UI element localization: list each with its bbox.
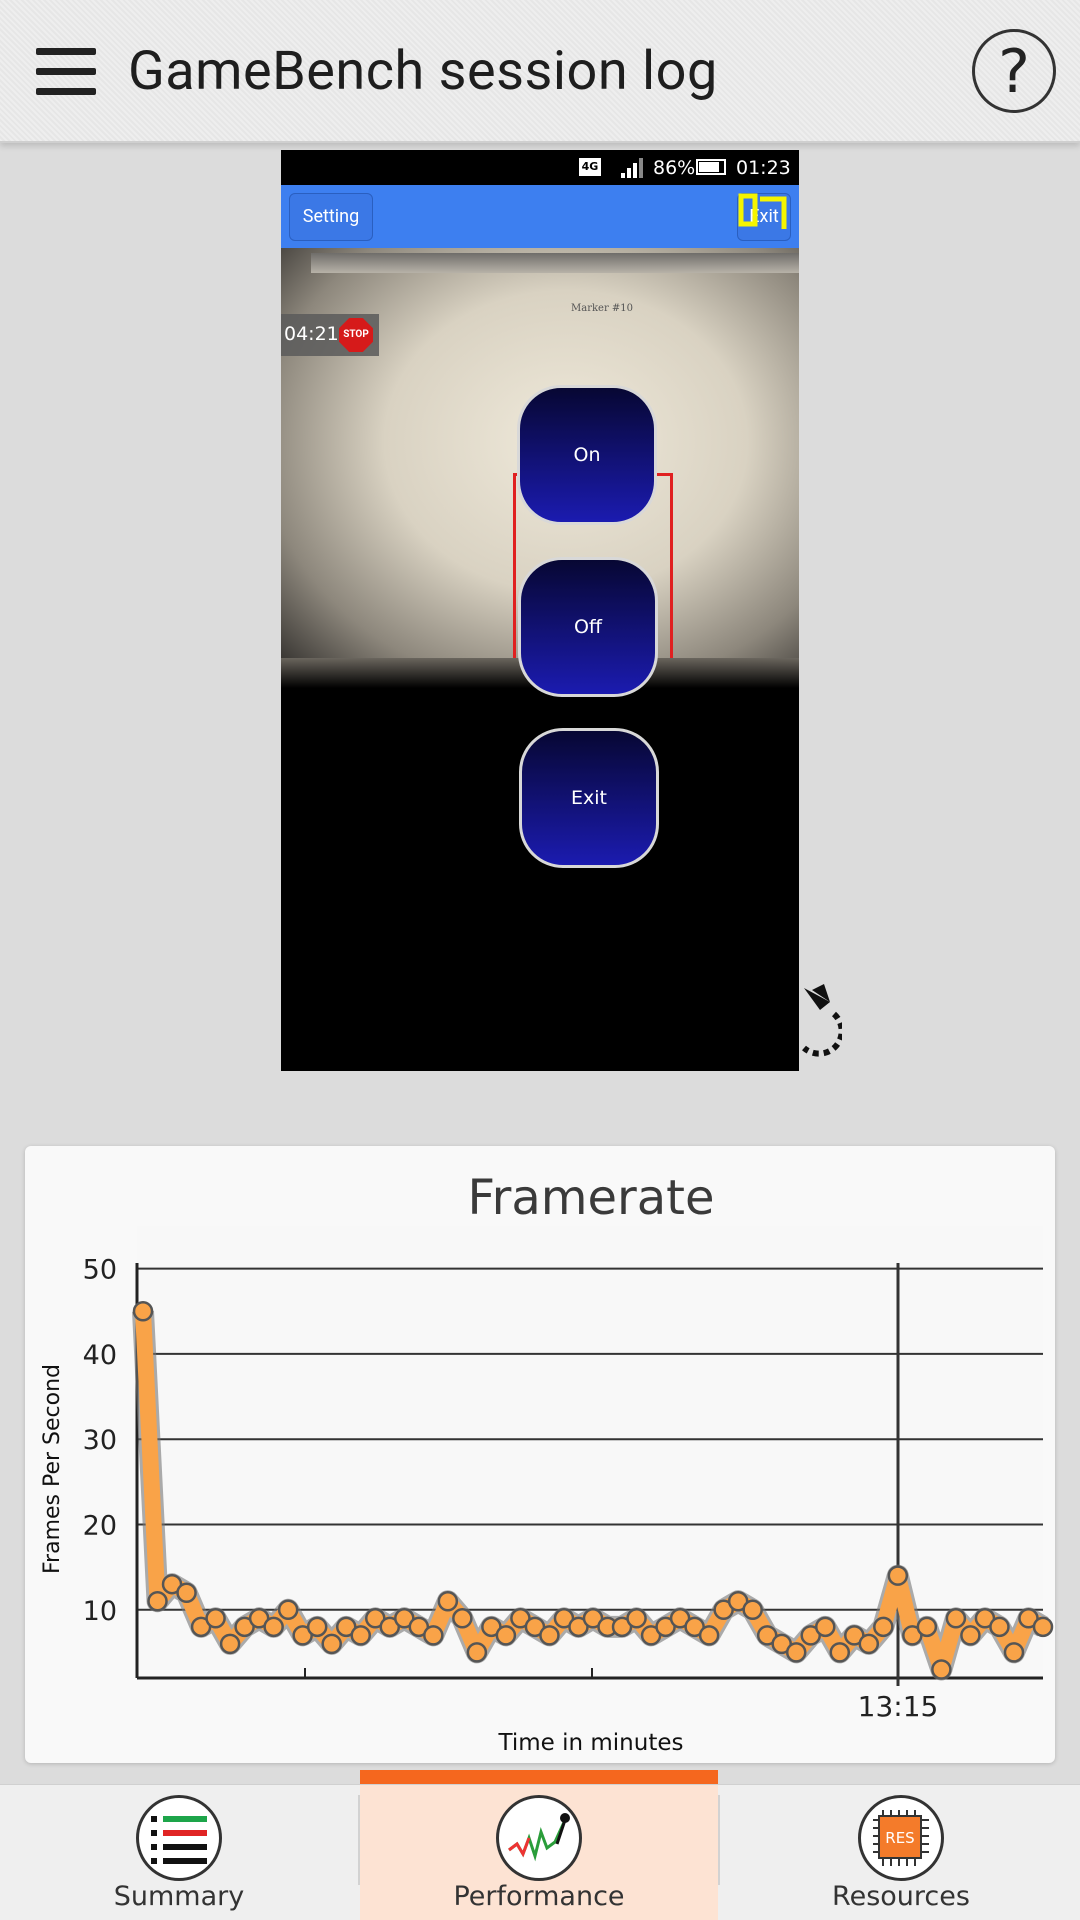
data-point <box>219 1633 241 1655</box>
tab-summary-label: Summary <box>113 1881 245 1912</box>
data-point <box>785 1642 807 1663</box>
marker-page-title: Marker #10 <box>571 303 634 314</box>
data-point <box>423 1625 444 1646</box>
data-point <box>989 1616 1010 1638</box>
x-tick-label: 13:15 <box>858 1690 939 1723</box>
data-point <box>277 1599 299 1621</box>
touch-marker-icon <box>738 193 787 229</box>
bottom-navigation: Summary Performance RES Resources <box>0 1784 1080 1920</box>
data-point <box>176 1582 197 1603</box>
data-point <box>960 1625 981 1646</box>
data-point <box>321 1633 342 1655</box>
data-point <box>858 1633 880 1655</box>
summary-icon <box>136 1795 222 1881</box>
data-point <box>916 1616 938 1638</box>
data-point <box>698 1625 720 1646</box>
chart-title: Framerate <box>467 1170 714 1226</box>
data-point <box>539 1625 560 1646</box>
y-tick-label: 50 <box>83 1255 117 1286</box>
framerate-chart: Framerate 10 20 30 40 50 13:15 Time in minutes F… <box>25 1146 1055 1763</box>
y-tick-label: 30 <box>83 1425 117 1456</box>
network-type: 4G <box>579 158 601 176</box>
phone-toolbar: Setting Exit <box>281 185 799 248</box>
data-point <box>626 1608 647 1629</box>
data-point <box>205 1608 226 1629</box>
browser-window-edge <box>311 253 799 273</box>
help-button[interactable]: ? <box>972 29 1056 113</box>
y-tick-label: 40 <box>83 1340 117 1371</box>
tab-performance[interactable]: Performance <box>360 1785 718 1920</box>
data-point <box>931 1659 952 1680</box>
battery-percent: 86% <box>653 157 696 179</box>
data-point <box>437 1590 459 1612</box>
setting-button[interactable]: Setting <box>289 193 373 241</box>
data-point <box>306 1616 328 1638</box>
data-point <box>1032 1616 1054 1638</box>
page-title: GameBench session log <box>128 40 718 103</box>
y-axis-label: Frames Per Second <box>40 1364 65 1574</box>
recording-indicator: 04:21 STOP <box>281 314 379 356</box>
data-point <box>815 1616 836 1638</box>
tab-resources[interactable]: RES Resources <box>722 1785 1080 1920</box>
app-bar: GameBench session log ? <box>0 0 1080 143</box>
session-screenshot: 4G 86% 01:23 Setting Exit Marker #10 10 … <box>281 150 799 1071</box>
rotate-icon[interactable] <box>790 980 842 1058</box>
menu-icon[interactable] <box>36 48 96 96</box>
data-point <box>147 1590 168 1612</box>
phone-status-bar: 4G 86% 01:23 <box>281 150 799 185</box>
active-tab-indicator <box>360 1770 718 1784</box>
data-point <box>350 1625 371 1646</box>
y-tick-label: 20 <box>83 1510 117 1541</box>
stop-button[interactable]: STOP <box>339 318 373 352</box>
battery-icon <box>696 159 726 175</box>
exit-button[interactable]: Exit <box>519 728 659 868</box>
data-point <box>452 1608 473 1629</box>
data-point <box>945 1608 967 1629</box>
data-point <box>887 1565 909 1586</box>
data-point <box>495 1625 517 1646</box>
tab-resources-label: Resources <box>832 1881 970 1912</box>
data-point <box>466 1642 488 1663</box>
data-point <box>132 1301 154 1322</box>
phone-clock: 01:23 <box>736 157 791 179</box>
off-button[interactable]: Off <box>518 557 658 697</box>
data-point <box>829 1642 851 1663</box>
data-point <box>1003 1642 1025 1663</box>
performance-icon <box>496 1795 582 1881</box>
y-tick-label: 10 <box>83 1596 117 1627</box>
tab-performance-label: Performance <box>453 1881 625 1912</box>
tab-summary[interactable]: Summary <box>0 1785 358 1920</box>
on-button[interactable]: On <box>517 385 657 525</box>
data-point <box>263 1616 284 1638</box>
recording-timer: 04:21 <box>284 323 339 345</box>
signal-icon <box>621 158 643 178</box>
framerate-plot: Framerate 10 20 30 40 50 13:15 Time in minutes F… <box>40 1170 1054 1756</box>
x-axis-label: Time in minutes <box>498 1730 684 1756</box>
data-point <box>873 1616 894 1638</box>
resources-chip-icon: RES <box>858 1795 944 1881</box>
data-point <box>742 1599 763 1621</box>
resources-chip-text: RES <box>885 1829 914 1847</box>
